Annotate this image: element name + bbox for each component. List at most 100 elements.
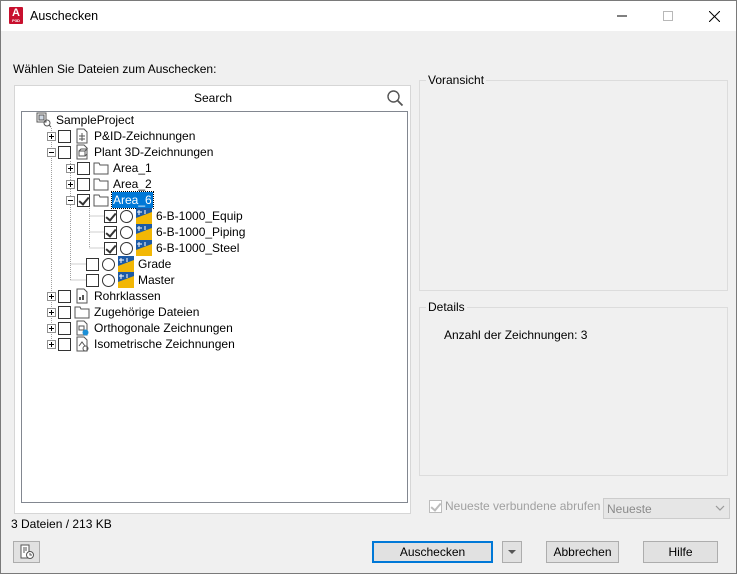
tree-node-area6[interactable]: Area_6 (66, 191, 154, 209)
tree-node-piping[interactable]: 6-B-1000_Piping (104, 224, 246, 240)
status-radio (102, 273, 115, 287)
status-radio (120, 225, 133, 239)
preview-group: Voransicht (419, 73, 728, 291)
tree-node-pid[interactable]: P&ID-Zeichnungen (47, 128, 196, 144)
tree-node-steel[interactable]: 6-B-1000_Steel (104, 240, 240, 256)
search-icon[interactable] (386, 89, 404, 107)
dwg-file-icon (136, 240, 152, 256)
collapse-icon[interactable] (66, 195, 75, 205)
cancel-button[interactable]: Abbrechen (546, 541, 619, 563)
checkout-dialog: A P3D Auschecken Wählen Sie Dateien zum A… (0, 0, 737, 574)
tree-label-pid: P&ID-Zeichnungen (94, 129, 196, 143)
checkout-options-button[interactable] (502, 541, 522, 563)
checkbox[interactable] (58, 337, 71, 351)
dwg-file-icon (118, 272, 134, 288)
checkout-button[interactable]: Auschecken (372, 541, 493, 563)
maximize-icon (663, 11, 673, 21)
checkbox-checked[interactable] (77, 193, 90, 207)
tree-label-ortho: Orthogonale Zeichnungen (94, 321, 233, 335)
file-tree[interactable]: SampleProject P&ID-Zeichnungen Plant 3D-… (21, 111, 408, 503)
tree-node-zugehoerige[interactable]: Zugehörige Dateien (47, 304, 200, 320)
maximize-button (645, 1, 691, 31)
collapse-icon[interactable] (47, 147, 56, 157)
search-label: Search (193, 91, 233, 105)
expand-icon[interactable] (47, 323, 56, 333)
tree-node-ortho[interactable]: Orthogonale Zeichnungen (47, 320, 234, 336)
close-icon (708, 10, 720, 22)
dwg-file-icon (136, 208, 152, 224)
tree-node-area2[interactable]: Area_2 (66, 176, 153, 192)
tree-label-piping: 6-B-1000_Piping (156, 225, 246, 239)
expand-icon[interactable] (66, 179, 75, 189)
version-dropdown: Neueste (603, 498, 730, 519)
status-radio (120, 209, 133, 223)
document-clock-icon (20, 544, 34, 559)
checkbox[interactable] (58, 129, 71, 143)
tree-label-master: Master (138, 273, 175, 287)
ortho-document-icon (76, 320, 89, 336)
history-button[interactable] (13, 541, 40, 563)
close-button[interactable] (691, 1, 737, 31)
recent-checkbox-disabled (429, 499, 442, 513)
tree-node-rohrklassen[interactable]: Rohrklassen (47, 288, 162, 304)
tree-label-plant3d: Plant 3D-Zeichnungen (94, 145, 214, 159)
checkbox[interactable] (58, 321, 71, 335)
chevron-down-icon (715, 505, 725, 511)
title-bar: A P3D Auschecken (1, 1, 736, 31)
tree-node-area1[interactable]: Area_1 (66, 160, 153, 176)
expand-icon[interactable] (47, 339, 56, 349)
checkbox[interactable] (58, 305, 71, 319)
checkbox[interactable] (86, 257, 99, 271)
file-tree-panel: Search SampleProject P&ID-Zeichnungen Pl… (14, 85, 411, 514)
select-files-label: Wählen Sie Dateien zum Auschecken: (13, 62, 217, 76)
status-radio (120, 241, 133, 255)
fetch-recent-option: Neueste verbundene abrufen (429, 499, 600, 513)
folder-icon (93, 178, 109, 191)
search-box[interactable]: Search (18, 88, 408, 108)
tree-node-master[interactable]: Master (86, 272, 176, 288)
plant3d-document-icon (76, 144, 89, 160)
folder-icon (93, 194, 109, 207)
minimize-button[interactable] (599, 1, 645, 31)
expand-icon[interactable] (66, 163, 75, 173)
checkbox-checked[interactable] (104, 209, 117, 223)
tree-label-area2: Area_2 (113, 177, 152, 191)
dwg-file-icon (136, 224, 152, 240)
dropdown-arrow-icon (508, 550, 516, 554)
tree-label-grade: Grade (138, 257, 172, 271)
tree-label-root: SampleProject (56, 113, 135, 127)
tree-label-rohrklassen: Rohrklassen (94, 289, 161, 303)
expand-icon[interactable] (47, 291, 56, 301)
checkbox-checked[interactable] (104, 241, 117, 255)
tree-label-steel: 6-B-1000_Steel (156, 241, 240, 255)
recent-label: Neueste verbundene abrufen (445, 499, 601, 513)
expand-icon[interactable] (47, 131, 56, 141)
folder-icon (74, 306, 90, 319)
selection-status: 3 Dateien / 213 KB (11, 517, 112, 531)
preview-title: Voransicht (426, 73, 487, 87)
expand-icon[interactable] (47, 307, 56, 317)
minimize-icon (617, 15, 627, 17)
drawing-count-text: Anzahl der Zeichnungen: 3 (444, 328, 588, 342)
checkbox[interactable] (58, 145, 71, 159)
checkbox[interactable] (86, 273, 99, 287)
tree-node-root[interactable]: SampleProject (36, 112, 135, 128)
checkbox-checked[interactable] (104, 225, 117, 239)
dwg-file-icon (118, 256, 134, 272)
tree-label-area1: Area_1 (113, 161, 152, 175)
checkbox[interactable] (58, 289, 71, 303)
help-button[interactable]: Hilfe (643, 541, 718, 563)
version-dropdown-value: Neueste (607, 502, 652, 516)
tree-node-equip[interactable]: 6-B-1000_Equip (104, 208, 244, 224)
autocad-plant-app-icon: A P3D (9, 7, 23, 24)
project-icon (36, 112, 52, 128)
checkbox[interactable] (77, 177, 90, 191)
pid-document-icon (76, 128, 88, 144)
tree-node-plant3d[interactable]: Plant 3D-Zeichnungen (47, 144, 214, 160)
tree-label-iso: Isometrische Zeichnungen (94, 337, 235, 351)
tree-node-grade[interactable]: Grade (86, 256, 172, 272)
details-group: Details Anzahl der Zeichnungen: 3 (419, 300, 728, 476)
checkbox[interactable] (77, 161, 90, 175)
tree-node-iso[interactable]: Isometrische Zeichnungen (47, 336, 236, 352)
status-radio (102, 257, 115, 271)
